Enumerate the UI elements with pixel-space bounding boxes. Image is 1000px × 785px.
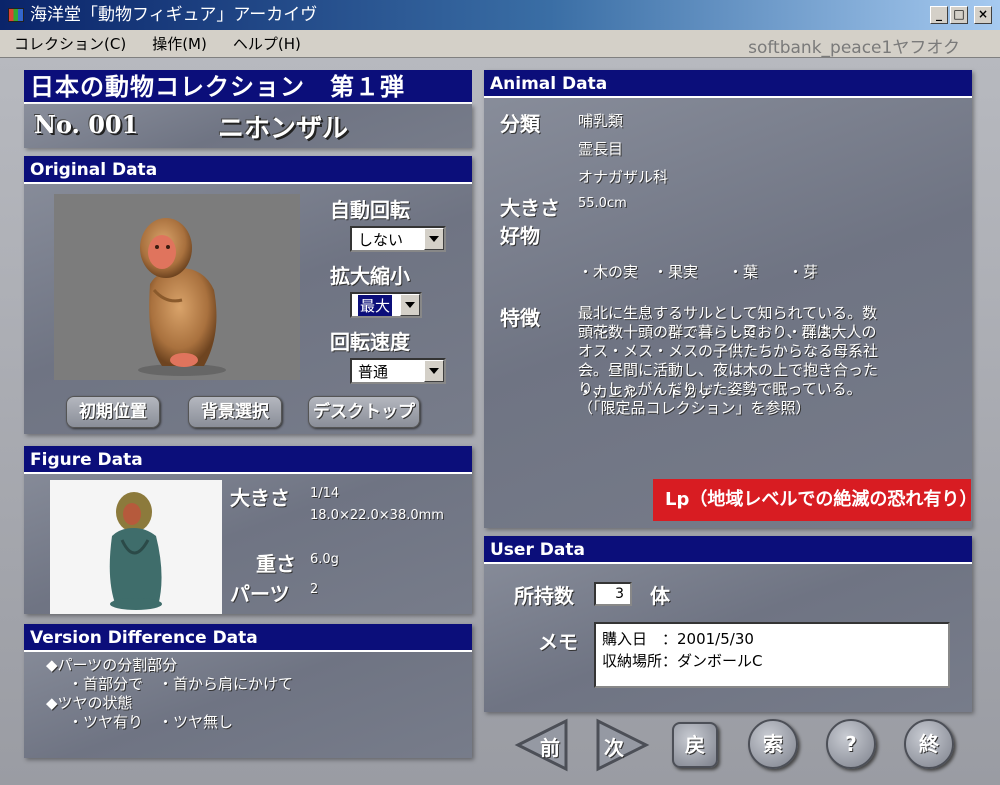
feature-text: 最北に生息するサルとして知られている。数 頭～数十頭の群で暮らしており、群は大人…	[578, 304, 879, 417]
speed-label: 回転速度	[330, 330, 410, 354]
collection-name-panel: No. 001 ニホンザル	[24, 104, 472, 148]
close-button[interactable]: ×	[974, 6, 992, 24]
speed-dropdown[interactable]: 普通	[350, 358, 446, 384]
window-titlebar[interactable]: 海洋堂「動物フィギュア」アーカイヴ _ □ ×	[0, 0, 1000, 30]
reset-position-button[interactable]: 初期位置	[66, 396, 160, 428]
minimize-button[interactable]: _	[930, 6, 948, 24]
figure-photo	[50, 480, 222, 614]
next-button[interactable]: 次	[590, 718, 650, 772]
conservation-status-badge: Lp（地域レベルでの絶滅の恐れ有り）	[653, 479, 977, 521]
original-data-panel: Original Data 自動回転 しない 拡大縮小 最大 回転速度 普通 初…	[24, 156, 472, 434]
figure-parts-label: パーツ	[230, 582, 290, 606]
figure-dimensions: 18.0×22.0×38.0mm	[310, 508, 444, 523]
original-data-header: Original Data	[24, 156, 472, 184]
count-label: 所持数	[514, 584, 574, 608]
app-icon	[8, 8, 24, 22]
maximize-button[interactable]: □	[950, 6, 968, 24]
menu-collection[interactable]: コレクション(C)	[14, 33, 126, 54]
class-3: オナガザル科	[578, 168, 669, 186]
zoom-dropdown[interactable]: 最大	[350, 292, 422, 318]
animal-size-label: 大きさ	[500, 196, 560, 220]
count-unit: 体	[650, 584, 670, 608]
memo-textarea[interactable]: 購入日 ：2001/5/30 収納場所：ダンボールC	[594, 622, 950, 688]
search-button[interactable]: 索	[748, 719, 798, 769]
class-1: 哺乳類	[578, 112, 624, 130]
menu-help[interactable]: ヘルプ(H)	[233, 33, 301, 54]
menu-operation[interactable]: 操作(M)	[152, 33, 207, 54]
monkey-figure-image	[138, 218, 226, 376]
animal-data-panel: Animal Data 分類 哺乳類 霊長目 オナガザル科 大きさ 55.0cm…	[484, 70, 972, 528]
watermark: softbank_peace1ヤフオク	[748, 38, 960, 58]
figure-parts: 2	[310, 582, 319, 597]
help-button[interactable]: ?	[826, 719, 876, 769]
version-data-header: Version Difference Data	[24, 624, 472, 652]
class-2: 霊長目	[578, 140, 624, 158]
feature-label: 特徴	[500, 306, 540, 330]
count-input[interactable]: 3	[594, 582, 632, 606]
figure-weight: 6.0g	[310, 552, 339, 567]
figure-weight-label: 重さ	[256, 552, 296, 576]
zoom-label: 拡大縮小	[330, 264, 410, 288]
animal-size: 55.0cm	[578, 196, 627, 211]
class-label: 分類	[500, 112, 540, 136]
figure-scale: 1/14	[310, 486, 340, 501]
animal-name: ニホンザル	[218, 114, 349, 144]
background-select-button[interactable]: 背景選択	[188, 396, 282, 428]
prev-button[interactable]: 前	[514, 718, 574, 772]
figure-size-label: 大きさ	[230, 486, 290, 510]
version-data-panel: Version Difference Data ◆パーツの分割部分 ・首部分で …	[24, 624, 472, 758]
desktop-button[interactable]: デスクトップ	[308, 396, 420, 428]
exit-button[interactable]: 終	[904, 719, 954, 769]
food-label: 好物	[500, 224, 540, 248]
auto-rotate-label: 自動回転	[330, 198, 410, 222]
figure-photo-image	[109, 492, 162, 610]
version-notes: ◆パーツの分割部分 ・首部分で ・首から肩にかけて ◆ツヤの状態 ・ツヤ有り ・…	[46, 656, 294, 731]
figure-data-header: Figure Data	[24, 446, 472, 474]
chevron-down-icon[interactable]	[400, 294, 420, 316]
animal-data-header: Animal Data	[484, 70, 972, 98]
figure-number: No. 001	[34, 110, 139, 139]
auto-rotate-dropdown[interactable]: しない	[350, 226, 446, 252]
app-area: 日本の動物コレクション 第１弾 No. 001 ニホンザル Original D…	[0, 58, 1000, 785]
memo-label: メモ	[538, 630, 578, 654]
figure-data-panel: Figure Data 大きさ 1/14 18.0×22.0×38.0mm 重さ…	[24, 446, 472, 614]
window-title: 海洋堂「動物フィギュア」アーカイヴ	[30, 5, 318, 25]
chevron-down-icon[interactable]	[424, 360, 444, 382]
user-data-header: User Data	[484, 536, 972, 564]
figure-3d-view[interactable]	[54, 194, 300, 380]
back-button[interactable]: 戻	[672, 722, 718, 768]
collection-title: 日本の動物コレクション 第１弾	[24, 70, 472, 104]
chevron-down-icon[interactable]	[424, 228, 444, 250]
